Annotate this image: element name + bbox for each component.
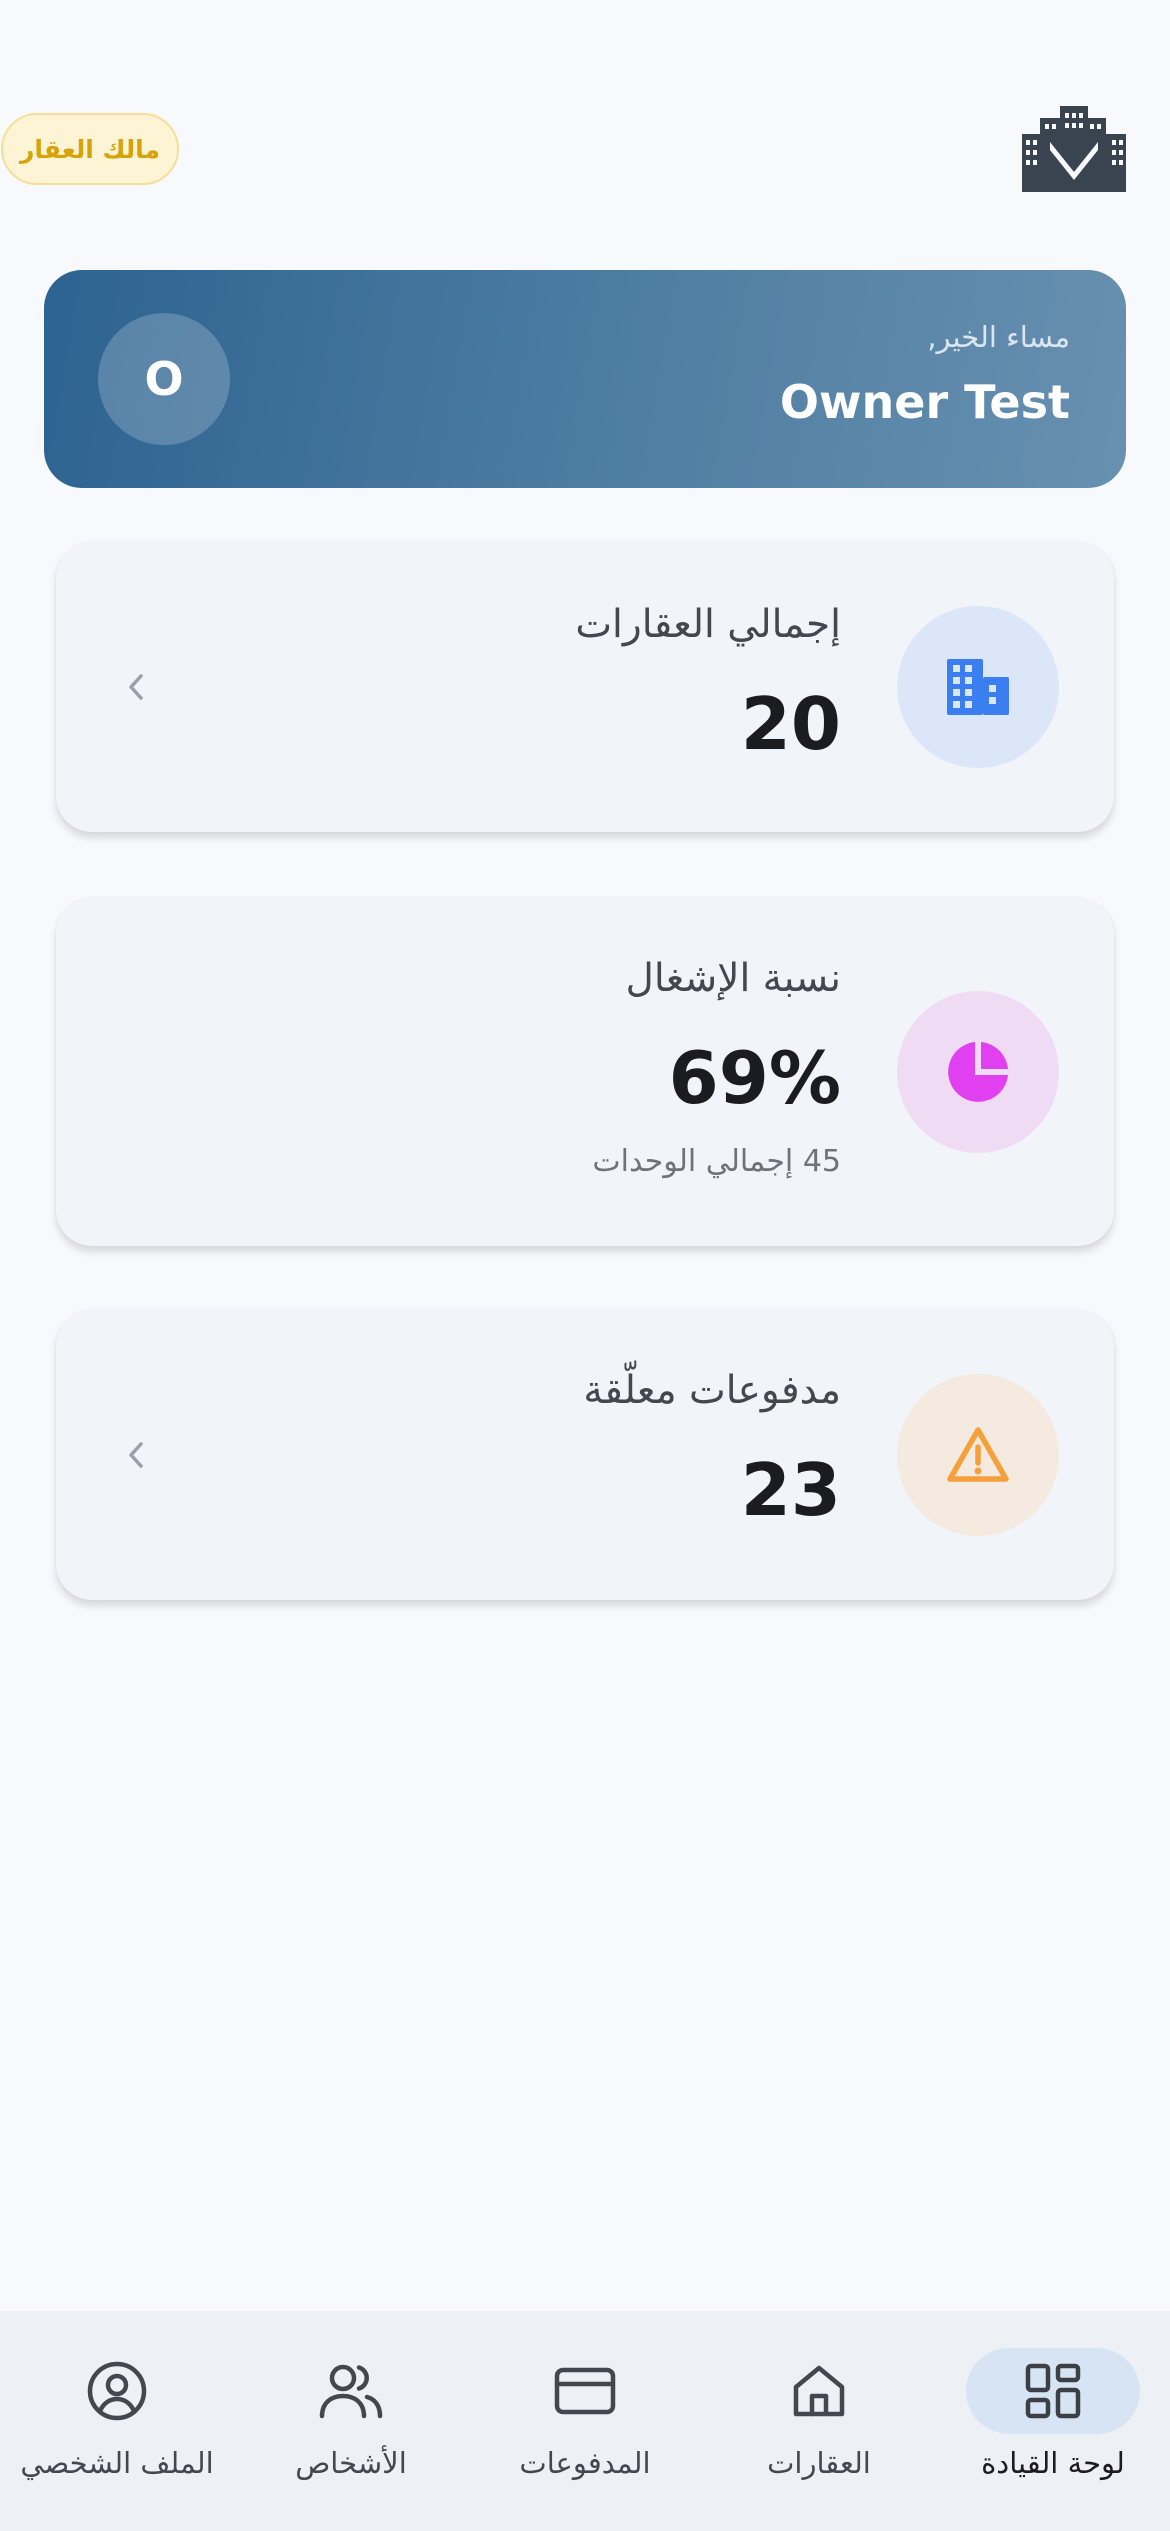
- nav-item-dashboard[interactable]: لوحة القيادة: [936, 2311, 1170, 2531]
- card-title: نسبة الإشغال: [625, 956, 841, 1001]
- role-badge: مالك العقار: [1, 113, 179, 185]
- credit-card-icon: [498, 2348, 672, 2434]
- card-title: مدفوعات معلّقة: [583, 1368, 841, 1413]
- card-value: 69%: [668, 1036, 841, 1120]
- nav-item-people[interactable]: الأشخاص: [234, 2311, 468, 2531]
- nav-item-profile[interactable]: الملف الشخصي: [0, 2311, 234, 2531]
- building-logo-icon: [1020, 104, 1130, 194]
- pending-payments-card[interactable]: مدفوعات معلّقة 23: [56, 1310, 1114, 1600]
- people-icon: [264, 2348, 438, 2434]
- avatar: O: [98, 313, 230, 445]
- chevron-left-icon[interactable]: [122, 667, 150, 707]
- profile-icon: [30, 2348, 204, 2434]
- home-icon: [732, 2348, 906, 2434]
- total-properties-card[interactable]: إجمالي العقارات 20: [56, 542, 1114, 832]
- bottom-navigation: لوحة القيادة العقارات المدفوعات الأشخاص …: [0, 2311, 1170, 2531]
- pie-chart-icon: [897, 991, 1059, 1153]
- nav-label: الملف الشخصي: [20, 2446, 214, 2480]
- greeting-text: مساء الخير,: [927, 320, 1070, 354]
- building-icon: [897, 606, 1059, 768]
- nav-item-payments[interactable]: المدفوعات: [468, 2311, 702, 2531]
- warning-icon: [897, 1374, 1059, 1536]
- nav-label: لوحة القيادة: [981, 2446, 1125, 2480]
- occupancy-card[interactable]: نسبة الإشغال 69% 45 إجمالي الوحدات: [56, 898, 1114, 1246]
- nav-label: الأشخاص: [295, 2446, 407, 2480]
- user-name: Owner Test: [779, 375, 1070, 429]
- dashboard-icon: [966, 2348, 1140, 2434]
- nav-label: العقارات: [767, 2446, 871, 2480]
- chevron-left-icon[interactable]: [122, 1435, 150, 1475]
- card-value: 20: [740, 682, 841, 766]
- card-subtitle: 45 إجمالي الوحدات: [592, 1144, 841, 1179]
- nav-label: المدفوعات: [519, 2446, 651, 2480]
- card-value: 23: [740, 1448, 841, 1532]
- welcome-banner: O مساء الخير, Owner Test: [44, 270, 1126, 488]
- card-title: إجمالي العقارات: [575, 602, 841, 647]
- nav-item-properties[interactable]: العقارات: [702, 2311, 936, 2531]
